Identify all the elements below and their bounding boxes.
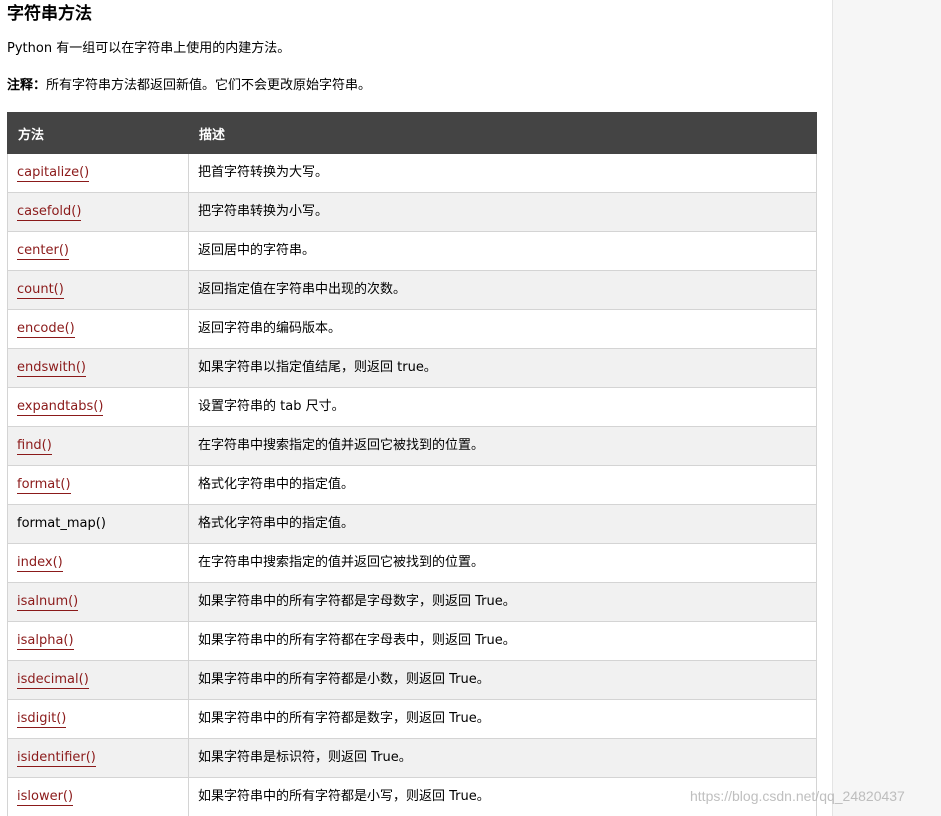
method-link[interactable]: islower() [17, 789, 74, 806]
method-link[interactable]: count() [17, 282, 64, 299]
header-description: 描述 [188, 112, 817, 154]
method-link[interactable]: isalpha() [17, 633, 74, 650]
method-cell: center() [7, 231, 189, 271]
method-cell: encode() [7, 309, 189, 349]
table-row: endswith() 如果字符串以指定值结尾，则返回 true。 [7, 348, 817, 388]
table-row: expandtabs() 设置字符串的 tab 尺寸。 [7, 387, 817, 427]
note-paragraph: 注释：所有字符串方法都返回新值。它们不会更改原始字符串。 [7, 76, 371, 96]
description-cell: 如果字符串是标识符，则返回 True。 [188, 738, 817, 778]
method-link[interactable]: center() [17, 243, 69, 260]
method-link[interactable]: find() [17, 438, 52, 455]
method-cell: capitalize() [7, 153, 189, 193]
description-cell: 返回字符串的编码版本。 [188, 309, 817, 349]
method-cell: islower() [7, 777, 189, 816]
table-row: isalnum() 如果字符串中的所有字符都是字母数字，则返回 True。 [7, 582, 817, 622]
description-cell: 把首字符转换为大写。 [188, 153, 817, 193]
method-link[interactable]: encode() [17, 321, 75, 338]
method-cell: format() [7, 465, 189, 505]
table-row: center() 返回居中的字符串。 [7, 231, 817, 271]
table-row: isalpha() 如果字符串中的所有字符都在字母表中，则返回 True。 [7, 621, 817, 661]
method-name: format_map() [17, 516, 106, 531]
note-label: 注释： [7, 78, 47, 93]
method-link[interactable]: index() [17, 555, 63, 572]
table-row: format() 格式化字符串中的指定值。 [7, 465, 817, 505]
method-link[interactable]: expandtabs() [17, 399, 104, 416]
method-cell: expandtabs() [7, 387, 189, 427]
table-header-row: 方法 描述 [7, 112, 817, 154]
watermark: https://blog.csdn.net/qq_24820437 [690, 788, 905, 804]
table-row: isidentifier() 如果字符串是标识符，则返回 True。 [7, 738, 817, 778]
methods-table: 方法 描述 capitalize() 把首字符转换为大写。 casefold() 把字… [7, 112, 817, 816]
method-cell: count() [7, 270, 189, 310]
method-cell: isdecimal() [7, 660, 189, 700]
description-cell: 如果字符串中的所有字符都在字母表中，则返回 True。 [188, 621, 817, 661]
main-content: 字符串方法 Python 有一组可以在字符串上使用的内建方法。 注释：所有字符串… [0, 0, 832, 816]
table-body: capitalize() 把首字符转换为大写。 casefold() 把字符串转换为小… [7, 153, 817, 816]
method-link[interactable]: casefold() [17, 204, 82, 221]
method-cell: casefold() [7, 192, 189, 232]
method-cell: isdigit() [7, 699, 189, 739]
description-cell: 如果字符串中的所有字符都是数字，则返回 True。 [188, 699, 817, 739]
description-cell: 如果字符串以指定值结尾，则返回 true。 [188, 348, 817, 388]
note-text: 所有字符串方法都返回新值。它们不会更改原始字符串。 [46, 78, 372, 93]
method-link[interactable]: isalnum() [17, 594, 79, 611]
description-cell: 返回指定值在字符串中出现的次数。 [188, 270, 817, 310]
description-cell: 在字符串中搜索指定的值并返回它被找到的位置。 [188, 426, 817, 466]
method-cell: endswith() [7, 348, 189, 388]
method-cell: isalnum() [7, 582, 189, 622]
table-row: capitalize() 把首字符转换为大写。 [7, 153, 817, 193]
method-link[interactable]: isdecimal() [17, 672, 89, 689]
method-cell: index() [7, 543, 189, 583]
table-row: isdigit() 如果字符串中的所有字符都是数字，则返回 True。 [7, 699, 817, 739]
method-cell: find() [7, 426, 189, 466]
method-link[interactable]: isidentifier() [17, 750, 96, 767]
method-cell: isidentifier() [7, 738, 189, 778]
intro-text: Python 有一组可以在字符串上使用的内建方法。 [7, 41, 291, 56]
description-cell: 格式化字符串中的指定值。 [188, 504, 817, 544]
method-link[interactable]: endswith() [17, 360, 86, 377]
description-cell: 把字符串转换为小写。 [188, 192, 817, 232]
table-row: find() 在字符串中搜索指定的值并返回它被找到的位置。 [7, 426, 817, 466]
table-row: index() 在字符串中搜索指定的值并返回它被找到的位置。 [7, 543, 817, 583]
page: 字符串方法 Python 有一组可以在字符串上使用的内建方法。 注释：所有字符串… [0, 0, 941, 816]
method-link[interactable]: format() [17, 477, 71, 494]
description-cell: 如果字符串中的所有字符都是字母数字，则返回 True。 [188, 582, 817, 622]
method-link[interactable]: isdigit() [17, 711, 67, 728]
table-row: encode() 返回字符串的编码版本。 [7, 309, 817, 349]
table-row: isdecimal() 如果字符串中的所有字符都是小数，则返回 True。 [7, 660, 817, 700]
header-method: 方法 [7, 112, 189, 154]
page-title: 字符串方法 [7, 4, 92, 24]
right-sidebar [832, 0, 941, 816]
table-row: format_map() 格式化字符串中的指定值。 [7, 504, 817, 544]
description-cell: 格式化字符串中的指定值。 [188, 465, 817, 505]
description-cell: 如果字符串中的所有字符都是小数，则返回 True。 [188, 660, 817, 700]
method-cell: format_map() [7, 504, 189, 544]
method-link[interactable]: capitalize() [17, 165, 90, 182]
description-cell: 在字符串中搜索指定的值并返回它被找到的位置。 [188, 543, 817, 583]
description-cell: 返回居中的字符串。 [188, 231, 817, 271]
method-cell: isalpha() [7, 621, 189, 661]
table-row: count() 返回指定值在字符串中出现的次数。 [7, 270, 817, 310]
description-cell: 设置字符串的 tab 尺寸。 [188, 387, 817, 427]
table-row: casefold() 把字符串转换为小写。 [7, 192, 817, 232]
